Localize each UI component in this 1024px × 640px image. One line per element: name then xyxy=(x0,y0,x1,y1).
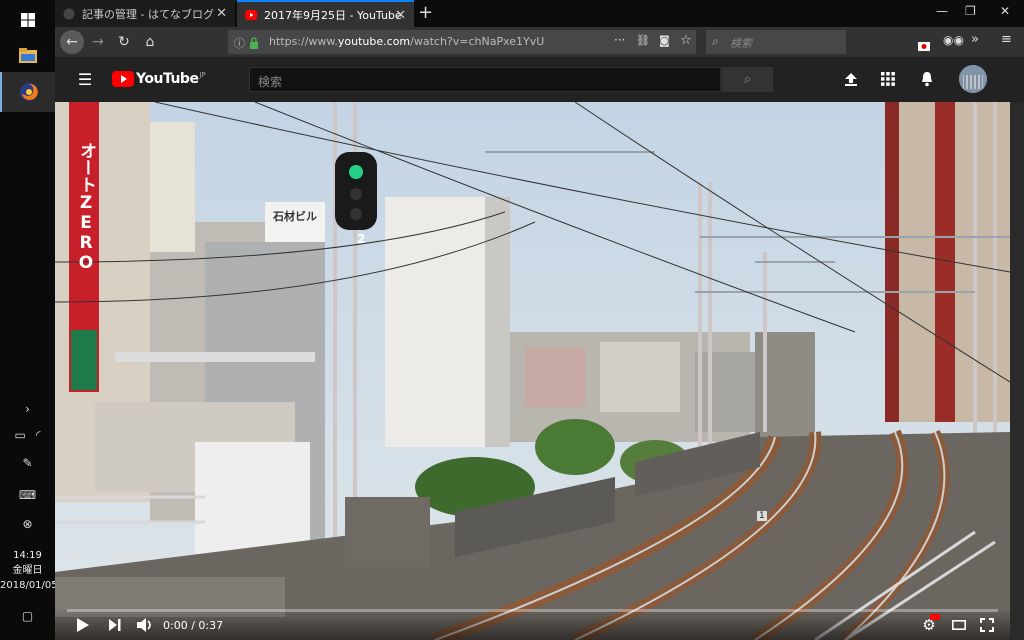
youtube-header: ☰ YouTube JP 検索 ⌕ xyxy=(55,57,1024,102)
arrow-right-icon: → xyxy=(92,34,104,50)
arrow-left-icon: ← xyxy=(66,34,78,50)
hamburger-icon: ☰ xyxy=(77,69,93,89)
hamburger-menu-icon[interactable]: ≡ xyxy=(1001,32,1012,47)
url-text: https://www.youtube.com/watch?v=chNaPxe1… xyxy=(269,35,545,48)
taskbar: › ▭ ◜ ✎ ⌨ ⊗ 14:19 金曜日 2018/01/05 ▢ xyxy=(0,0,58,640)
page-actions-icon[interactable]: ··· xyxy=(614,33,625,47)
close-circle-icon[interactable]: ⊗ xyxy=(0,515,55,533)
volume-icon xyxy=(137,618,151,632)
clock-day: 金曜日 xyxy=(12,565,43,576)
avatar[interactable] xyxy=(959,65,987,93)
youtube-favicon-icon xyxy=(245,9,257,21)
upload-button[interactable] xyxy=(841,69,861,89)
pen-icon[interactable]: ✎ xyxy=(0,454,55,472)
progress-bar[interactable] xyxy=(67,609,998,612)
tab-label: 2017年9月25日 - YouTube xyxy=(264,8,402,22)
video-sign-building: 石材ビル xyxy=(273,210,317,223)
time-display: 0:00 / 0:37 xyxy=(163,619,224,632)
youtube-region-label: JP xyxy=(199,71,206,79)
avatar-image-icon xyxy=(959,65,987,93)
overflow-chevron-icon[interactable]: » xyxy=(971,32,979,47)
battery-icon[interactable]: ▭ xyxy=(15,428,26,442)
hd-badge-icon xyxy=(930,614,940,620)
minimize-icon[interactable]: — xyxy=(936,4,948,18)
firefox-icon xyxy=(19,83,38,101)
video-frame xyxy=(55,102,1010,640)
tab-hatena-blog[interactable]: 記事の管理 - はてなブログ ✕ xyxy=(55,0,235,27)
home-icon: ⌂ xyxy=(145,34,155,50)
wifi-icon[interactable]: ◜ xyxy=(36,428,41,442)
back-button[interactable]: ← xyxy=(60,30,84,54)
hatena-favicon-icon xyxy=(63,8,75,20)
apps-grid-icon xyxy=(881,72,895,86)
video-player[interactable]: オートZERO 石材ビル 2 1 xyxy=(55,102,1010,640)
apps-button[interactable] xyxy=(878,69,898,89)
clock-time: 14:19 xyxy=(13,550,42,561)
bell-icon xyxy=(922,72,932,87)
video-sign-vertical: オートZERO xyxy=(76,142,96,273)
player-controls: 0:00 / 0:37 ⚙ xyxy=(55,608,1010,640)
youtube-play-logo-icon xyxy=(112,71,134,87)
next-button[interactable] xyxy=(107,617,123,633)
chevron-right-icon: › xyxy=(25,402,30,416)
browser-window: 記事の管理 - はてなブログ ✕ 2017年9月25日 - YouTube ✕ … xyxy=(55,0,1024,640)
mute-button[interactable] xyxy=(137,617,153,633)
home-button[interactable]: ⌂ xyxy=(139,31,161,53)
tab-youtube[interactable]: 2017年9月25日 - YouTube ✕ xyxy=(237,0,414,27)
theater-mode-button[interactable] xyxy=(951,617,967,633)
video-signal-number: 2 xyxy=(357,232,366,246)
file-explorer-button[interactable] xyxy=(0,36,55,76)
tray-icons-row: ▭ ◜ xyxy=(0,426,55,444)
info-icon[interactable]: ⓘ xyxy=(234,35,245,51)
tab-label: 記事の管理 - はてなブログ xyxy=(82,7,214,21)
close-tab-icon[interactable]: ✕ xyxy=(216,6,227,21)
browser-search-placeholder: 検索 xyxy=(730,37,752,50)
system-clock[interactable]: 14:19 金曜日 2018/01/05 xyxy=(0,548,58,593)
close-window-icon[interactable]: ✕ xyxy=(1000,4,1010,18)
page-scrollbar[interactable] xyxy=(1010,102,1024,640)
forward-button[interactable]: → xyxy=(87,31,109,53)
fullscreen-icon xyxy=(980,618,994,632)
reload-button[interactable]: ↻ xyxy=(113,31,135,53)
skip-next-icon xyxy=(109,619,121,631)
new-tab-icon[interactable]: + xyxy=(418,2,433,23)
start-button[interactable] xyxy=(0,0,55,40)
url-bar[interactable]: ⓘ https://www.youtube.com/watch?v=chNaPx… xyxy=(228,30,696,54)
youtube-search-input[interactable]: 検索 xyxy=(249,67,721,92)
reload-icon: ↻ xyxy=(118,34,130,50)
clock-date: 2018/01/05 xyxy=(0,580,58,591)
theater-mode-icon xyxy=(952,620,966,630)
youtube-logo-text: YouTube xyxy=(136,71,199,87)
flag-extension-icon[interactable] xyxy=(918,36,930,55)
restore-icon[interactable]: ❐ xyxy=(965,4,976,18)
firefox-taskbar-button[interactable] xyxy=(0,72,55,112)
notifications-icon[interactable]: ▢ xyxy=(0,606,55,626)
youtube-logo[interactable]: YouTube JP xyxy=(112,71,206,87)
youtube-search-button[interactable]: ⌕ xyxy=(722,67,773,92)
pocket-link-icon[interactable]: ⛓ xyxy=(636,34,650,47)
windows-icon xyxy=(20,13,35,27)
settings-button[interactable]: ⚙ xyxy=(921,614,940,634)
folder-icon xyxy=(18,48,37,63)
search-icon: ⌕ xyxy=(743,72,752,87)
upload-icon xyxy=(845,73,857,86)
fullscreen-button[interactable] xyxy=(979,617,995,633)
video-track-marker: 1 xyxy=(757,511,767,521)
mask-extension-icon[interactable]: ◉◉ xyxy=(943,33,964,47)
navigation-toolbar: ← → ↻ ⌂ ⓘ https://www.youtube.com/watch?… xyxy=(55,27,1024,57)
youtube-search-placeholder: 検索 xyxy=(258,75,283,89)
show-hidden-icons-button[interactable]: › xyxy=(0,400,55,418)
play-icon xyxy=(77,618,89,632)
search-icon: ⌕ xyxy=(712,34,719,48)
guide-menu-button[interactable]: ☰ xyxy=(75,69,95,89)
tab-strip: 記事の管理 - はてなブログ ✕ 2017年9月25日 - YouTube ✕ … xyxy=(55,0,1024,27)
close-tab-icon[interactable]: ✕ xyxy=(395,8,406,23)
keyboard-icon[interactable]: ⌨ xyxy=(0,486,55,504)
play-button[interactable] xyxy=(75,617,91,633)
notifications-button[interactable] xyxy=(917,69,937,89)
browser-search-box[interactable]: ⌕ 検索 xyxy=(706,30,846,54)
pocket-icon[interactable]: ◙ xyxy=(659,34,670,47)
lock-icon xyxy=(249,34,259,53)
bookmark-star-icon[interactable]: ☆ xyxy=(680,33,692,48)
